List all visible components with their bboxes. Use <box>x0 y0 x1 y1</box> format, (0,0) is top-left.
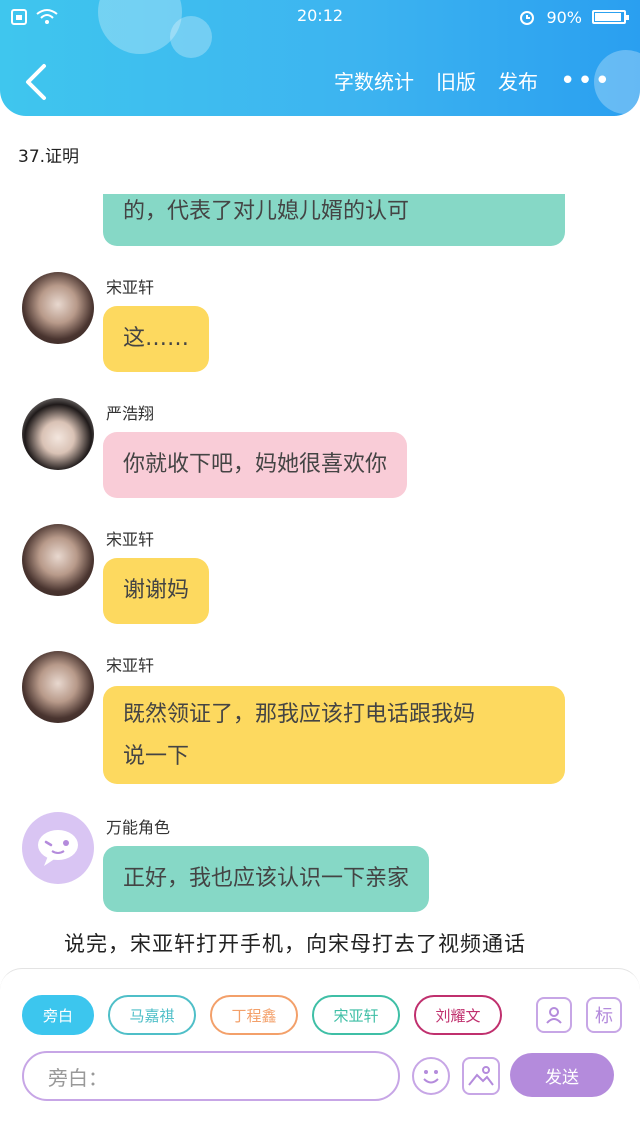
composer-panel: 旁白 马嘉祺 丁程鑫 宋亚轩 刘耀文 标 旁白： 发送 <box>0 968 640 1138</box>
avatar-yan-haoxiang[interactable] <box>22 398 94 470</box>
image-icon[interactable] <box>462 1057 500 1095</box>
tag-button[interactable]: 标 <box>586 997 622 1033</box>
alarm-icon <box>520 11 535 25</box>
role-selector: 旁白 马嘉祺 丁程鑫 宋亚轩 刘耀文 <box>22 995 502 1035</box>
battery-percent: 90% <box>546 7 582 27</box>
chat-bubble-icon <box>38 830 78 866</box>
battery-icon <box>592 10 629 24</box>
avatar-universal-role[interactable] <box>22 812 94 884</box>
narration-text[interactable]: 说完，宋亚轩打开手机，向宋母打去了视频通话 <box>64 928 526 958</box>
avatar-song-yaxuan[interactable] <box>22 524 94 596</box>
top-bar: 20:12 90% 字数统计 旧版 发布 ••• <box>0 0 640 116</box>
role-chip-song-yaxuan[interactable]: 宋亚轩 <box>312 995 400 1035</box>
message-bubble[interactable]: 正好，我也应该认识一下亲家 <box>103 846 430 912</box>
publish-button[interactable]: 发布 <box>498 66 538 95</box>
sender-name: 宋亚轩 <box>106 278 155 297</box>
send-button[interactable]: 发送 <box>510 1053 614 1097</box>
message-bubble[interactable]: 的，代表了对儿媳儿婿的认可 <box>103 194 565 246</box>
message-input[interactable]: 旁白： <box>22 1051 400 1101</box>
role-chip-narrator[interactable]: 旁白 <box>22 995 94 1035</box>
chapter-title: 37.证明 <box>18 147 80 167</box>
header-menu: 字数统计 旧版 发布 ••• <box>334 66 612 95</box>
sender-name: 宋亚轩 <box>106 656 155 675</box>
more-options-icon[interactable]: ••• <box>560 68 612 94</box>
emoji-icon[interactable] <box>412 1057 450 1095</box>
avatar-song-yaxuan[interactable] <box>22 651 94 723</box>
message-text-line: 既然领证了，那我应该打电话跟我妈 <box>123 702 476 727</box>
message-bubble[interactable]: 既然领证了，那我应该打电话跟我妈 说一下 <box>103 686 565 784</box>
message-bubble[interactable]: 你就收下吧，妈她很喜欢你 <box>103 432 408 498</box>
role-chip-ma-jiaqi[interactable]: 马嘉祺 <box>108 995 196 1035</box>
word-count-button[interactable]: 字数统计 <box>334 66 414 95</box>
sender-name: 宋亚轩 <box>106 530 155 549</box>
avatar-song-yaxuan[interactable] <box>22 272 94 344</box>
old-version-button[interactable]: 旧版 <box>436 66 476 95</box>
back-arrow-icon[interactable] <box>22 62 52 102</box>
message-text-line: 说一下 <box>123 744 190 769</box>
message-bubble[interactable]: 谢谢妈 <box>103 558 210 624</box>
person-card-icon[interactable] <box>536 997 572 1033</box>
tool-icons: 标 <box>536 997 622 1033</box>
sender-name: 严浩翔 <box>106 404 155 423</box>
role-chip-ding-chengxin[interactable]: 丁程鑫 <box>210 995 298 1035</box>
role-chip-liu-yaowen[interactable]: 刘耀文 <box>414 995 502 1035</box>
message-bubble[interactable]: 这…… <box>103 306 210 372</box>
status-icons-right: 90% <box>518 6 629 28</box>
sender-name: 万能角色 <box>106 818 171 837</box>
